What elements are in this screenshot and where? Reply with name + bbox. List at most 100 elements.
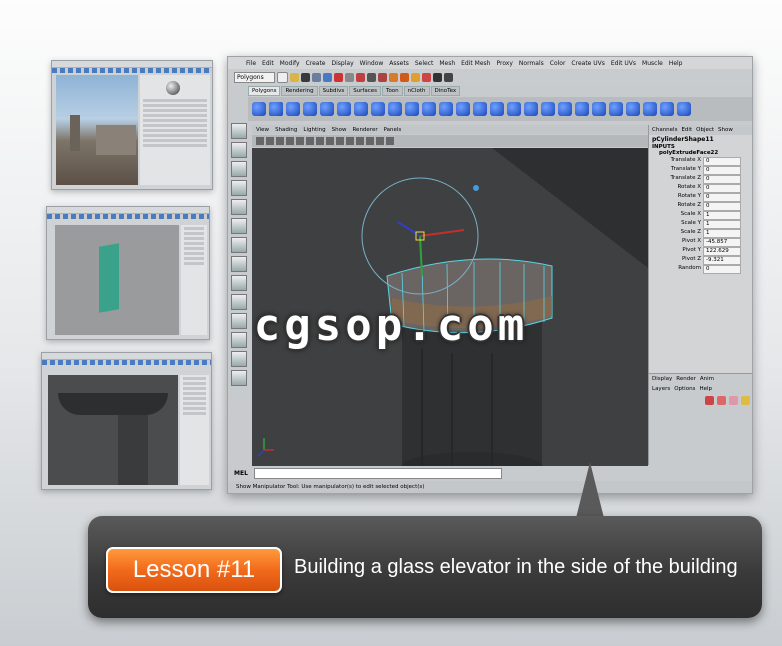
field-chart-icon[interactable] xyxy=(376,137,384,145)
new-layer-icon[interactable] xyxy=(705,396,714,405)
attribute-row[interactable]: Scale Z1 xyxy=(649,228,752,238)
viewport-menu-panels[interactable]: Panels xyxy=(384,127,402,133)
poly-cube-icon[interactable] xyxy=(269,102,283,116)
new-layer-selected-icon[interactable] xyxy=(717,396,726,405)
menu-window[interactable]: Window xyxy=(360,60,384,67)
layer-tab-display[interactable]: Display xyxy=(652,376,672,382)
smooth-icon[interactable] xyxy=(456,102,470,116)
menu-muscle[interactable]: Muscle xyxy=(642,60,663,67)
snap-grid-icon[interactable] xyxy=(344,72,354,82)
poly-cone-icon[interactable] xyxy=(303,102,317,116)
select-by-hierarchy-icon[interactable] xyxy=(311,72,321,82)
shelf-tab-ncloth[interactable]: nCloth xyxy=(403,86,430,96)
menu-create[interactable]: Create xyxy=(306,60,326,67)
attribute-row[interactable]: Pivot X -45.857 xyxy=(649,237,752,247)
attribute-row[interactable]: Rotate X0 xyxy=(649,183,752,193)
shape-name[interactable]: pCylinderShape11 xyxy=(649,135,752,144)
layer-tab-anim[interactable]: Anim xyxy=(700,376,714,382)
bevel-icon[interactable] xyxy=(558,102,572,116)
poly-plane-icon[interactable] xyxy=(320,102,334,116)
soften-edge-icon[interactable] xyxy=(660,102,674,116)
smooth-shade-icon[interactable] xyxy=(276,137,284,145)
attribute-value-field[interactable]: 0 xyxy=(703,265,741,274)
viewport-menu-view[interactable]: View xyxy=(256,127,269,133)
new-scene-icon[interactable] xyxy=(276,71,288,83)
layer-tab-render[interactable]: Render xyxy=(676,376,696,382)
menu-proxy[interactable]: Proxy xyxy=(496,60,512,67)
attribute-row[interactable]: Scale X1 xyxy=(649,210,752,220)
planar-mapping-icon[interactable] xyxy=(609,102,623,116)
lights-icon[interactable] xyxy=(296,137,304,145)
extract-icon[interactable] xyxy=(439,102,453,116)
attribute-editor-icon[interactable] xyxy=(443,72,453,82)
grid-icon[interactable] xyxy=(336,137,344,145)
poly-sphere-icon[interactable] xyxy=(252,102,266,116)
attribute-row[interactable]: Translate Z0 xyxy=(649,174,752,184)
scale-tool-icon[interactable] xyxy=(231,218,247,234)
attribute-value-field[interactable]: 122.629 xyxy=(703,247,741,256)
menu-normals[interactable]: Normals xyxy=(519,60,544,67)
shadows-icon[interactable] xyxy=(306,137,314,145)
viewport-menu-lighting[interactable]: Lighting xyxy=(303,127,325,133)
menu-edit-mesh[interactable]: Edit Mesh xyxy=(461,60,490,67)
move-tool-icon[interactable] xyxy=(231,180,247,196)
lasso-tool-icon[interactable] xyxy=(231,142,247,158)
film-gate-icon[interactable] xyxy=(356,137,364,145)
open-scene-icon[interactable] xyxy=(289,72,299,82)
isolate-icon[interactable] xyxy=(316,137,324,145)
snap-curve-icon[interactable] xyxy=(355,72,365,82)
hypershade-layout-icon[interactable] xyxy=(231,370,247,386)
attribute-row[interactable]: Pivot Y 122.629 xyxy=(649,246,752,256)
command-input[interactable] xyxy=(253,467,502,479)
viewport-menu-show[interactable]: Show xyxy=(332,127,347,133)
fill-hole-icon[interactable] xyxy=(592,102,606,116)
textured-icon[interactable] xyxy=(286,137,294,145)
ipr-render-icon[interactable] xyxy=(399,72,409,82)
menu-select[interactable]: Select xyxy=(415,60,434,67)
select-by-object-icon[interactable] xyxy=(322,72,332,82)
attribute-value-field[interactable]: 1 xyxy=(703,220,741,229)
menu-file[interactable]: File xyxy=(246,60,256,67)
layer-up-icon[interactable] xyxy=(729,396,738,405)
select-by-component-icon[interactable] xyxy=(333,72,343,82)
menu-create-uvs[interactable]: Create UVs xyxy=(571,60,604,67)
save-scene-icon[interactable] xyxy=(300,72,310,82)
shelf-tab-rendering[interactable]: Rendering xyxy=(281,86,318,96)
poly-torus-icon[interactable] xyxy=(337,102,351,116)
manipulator-tool-icon[interactable] xyxy=(231,237,247,253)
menu-edit-uvs[interactable]: Edit UVs xyxy=(611,60,636,67)
attribute-row[interactable]: Rotate Z0 xyxy=(649,201,752,211)
merge-icon[interactable] xyxy=(575,102,589,116)
attribute-row[interactable]: Scale Y1 xyxy=(649,219,752,229)
attribute-value-field[interactable]: 1 xyxy=(703,229,741,238)
shelf-tab-toon[interactable]: Toon xyxy=(382,86,403,96)
hypershade-icon[interactable] xyxy=(421,72,431,82)
manipulator-handle[interactable] xyxy=(473,185,479,191)
single-pane-layout-icon[interactable] xyxy=(231,275,247,291)
camera-icon[interactable] xyxy=(256,137,264,145)
history-icon[interactable] xyxy=(377,72,387,82)
channel-tab-channels[interactable]: Channels xyxy=(652,127,677,133)
attribute-row[interactable]: Translate X0 xyxy=(649,156,752,166)
poly-pyramid-icon[interactable] xyxy=(371,102,385,116)
poly-cylinder-icon[interactable] xyxy=(286,102,300,116)
attribute-row[interactable]: Translate Y0 xyxy=(649,165,752,175)
xray-icon[interactable] xyxy=(326,137,334,145)
safe-action-icon[interactable] xyxy=(366,137,374,145)
hud-icon[interactable] xyxy=(386,137,394,145)
menu-help[interactable]: Help xyxy=(669,60,683,67)
menu-assets[interactable]: Assets xyxy=(389,60,409,67)
shelf-tab-dinotex[interactable]: DinoTex xyxy=(430,86,461,96)
split-polygon-icon[interactable] xyxy=(524,102,538,116)
snap-point-icon[interactable] xyxy=(366,72,376,82)
attribute-value-field[interactable]: 0 xyxy=(703,193,741,202)
menu-color[interactable]: Color xyxy=(550,60,566,67)
attribute-value-field[interactable]: -9.321 xyxy=(703,256,741,265)
insert-edge-loop-icon[interactable] xyxy=(541,102,555,116)
layer-down-icon[interactable] xyxy=(741,396,750,405)
poly-prism-icon[interactable] xyxy=(354,102,368,116)
attribute-value-field[interactable]: 0 xyxy=(703,175,741,184)
mode-selector[interactable]: Polygons xyxy=(234,71,275,83)
shelf-tab-surfaces[interactable]: Surfaces xyxy=(349,86,382,96)
viewport-menu-shading[interactable]: Shading xyxy=(275,127,297,133)
